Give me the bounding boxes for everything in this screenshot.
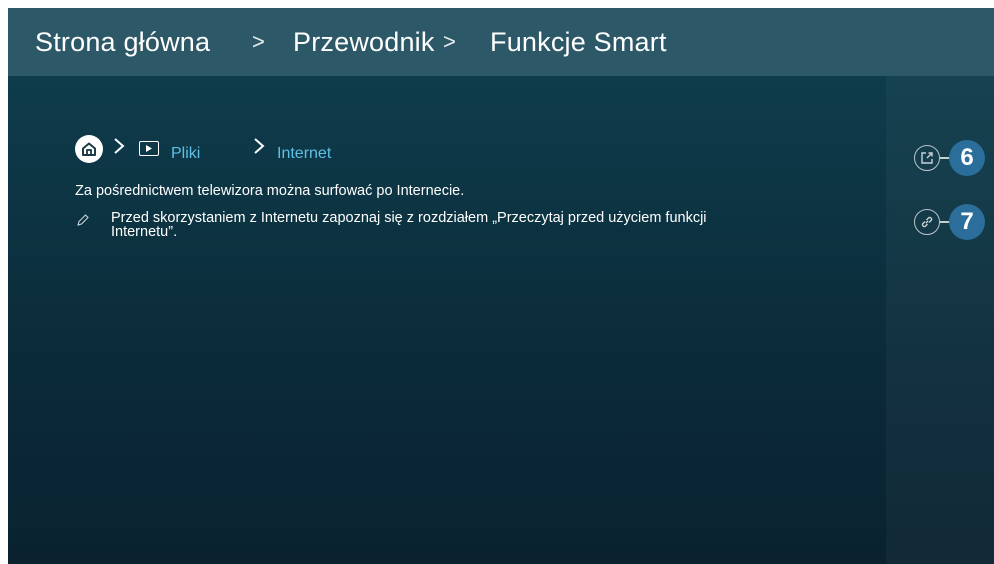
media-play-icon	[139, 141, 159, 156]
home-icon[interactable]	[75, 135, 103, 163]
external-link-icon[interactable]	[914, 145, 940, 171]
link-icon[interactable]	[914, 209, 940, 235]
nav-link-internet[interactable]: Internet	[277, 145, 331, 163]
note-text: Przed skorzystaniem z Internetu zapoznaj…	[111, 210, 707, 240]
breadcrumb-home[interactable]: Strona główna	[35, 8, 210, 76]
nav-link-files[interactable]: Pliki	[171, 145, 200, 163]
pencil-icon	[76, 213, 92, 229]
chevron-right-icon	[112, 136, 126, 162]
tv-screen: Strona główna > Przewodnik > Funkcje Sma…	[8, 8, 994, 564]
top-breadcrumb-bar: Strona główna > Przewodnik > Funkcje Sma…	[8, 8, 994, 76]
breadcrumb-separator: >	[443, 29, 456, 54]
breadcrumb-smart-features[interactable]: Funkcje Smart	[490, 8, 667, 76]
description-text: Za pośrednictwem telewizora można surfow…	[75, 183, 465, 199]
callout-badge-7: 7	[949, 204, 985, 240]
breadcrumb-guide[interactable]: Przewodnik	[293, 8, 435, 76]
callout-badge-6: 6	[949, 140, 985, 176]
breadcrumb-separator: >	[252, 29, 265, 54]
chevron-right-icon	[252, 136, 266, 162]
